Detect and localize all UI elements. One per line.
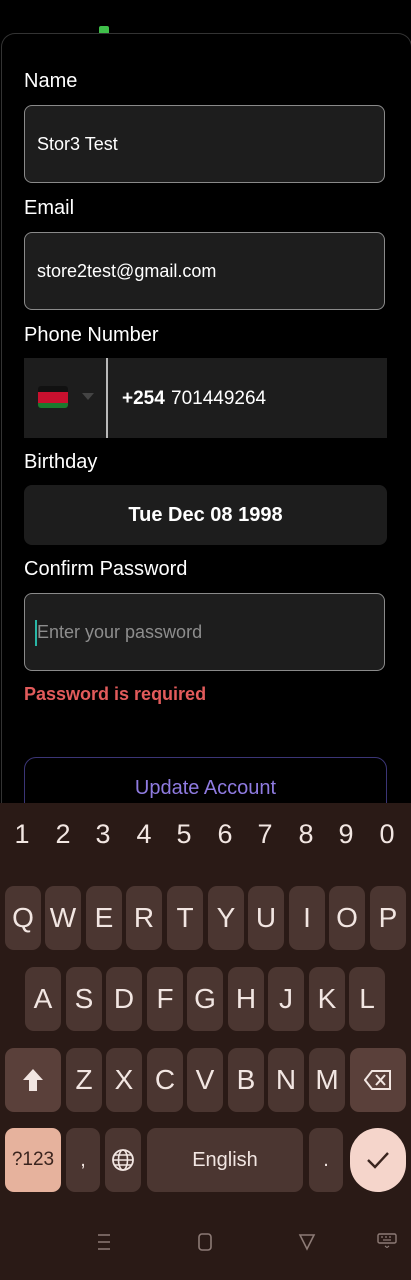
globe-icon xyxy=(112,1149,134,1171)
key-w[interactable]: W xyxy=(45,886,81,950)
key-n[interactable]: N xyxy=(268,1048,304,1112)
key-y[interactable]: Y xyxy=(208,886,244,950)
key-3[interactable]: 3 xyxy=(85,819,121,850)
phone-label: Phone Number xyxy=(24,324,159,346)
key-p[interactable]: P xyxy=(370,886,406,950)
home-icon[interactable] xyxy=(197,1232,213,1252)
keyboard-hide-icon[interactable] xyxy=(377,1232,397,1248)
name-field[interactable]: Stor3 Test xyxy=(24,105,385,183)
key-e[interactable]: E xyxy=(86,886,122,950)
key-5[interactable]: 5 xyxy=(166,819,202,850)
key-a[interactable]: A xyxy=(25,967,61,1031)
key-x[interactable]: X xyxy=(106,1048,142,1112)
key-h[interactable]: H xyxy=(228,967,264,1031)
key-f[interactable]: F xyxy=(147,967,183,1031)
key-d[interactable]: D xyxy=(106,967,142,1031)
recent-apps-icon[interactable] xyxy=(96,1232,112,1252)
key-o[interactable]: O xyxy=(329,886,365,950)
email-field[interactable]: store2test@gmail.com xyxy=(24,232,385,310)
password-placeholder: Enter your password xyxy=(37,622,203,642)
backspace-key[interactable] xyxy=(350,1048,406,1112)
phone-value[interactable]: 701449264 xyxy=(171,388,266,410)
key-8[interactable]: 8 xyxy=(288,819,324,850)
key-g[interactable]: G xyxy=(187,967,223,1031)
enter-key[interactable] xyxy=(350,1128,406,1192)
key-l[interactable]: L xyxy=(349,967,385,1031)
globe-key[interactable] xyxy=(105,1128,141,1192)
key-j[interactable]: J xyxy=(268,967,304,1031)
email-value: store2test@gmail.com xyxy=(37,261,217,281)
comma-key[interactable]: , xyxy=(66,1128,100,1192)
name-value: Stor3 Test xyxy=(37,134,118,154)
key-s[interactable]: S xyxy=(66,967,102,1031)
soft-keyboard: 1 2 3 4 5 6 7 8 9 0 Q W E R T Y U I O P … xyxy=(0,803,411,1280)
kenya-flag-icon[interactable] xyxy=(38,386,68,408)
key-r[interactable]: R xyxy=(126,886,162,950)
key-q[interactable]: Q xyxy=(5,886,41,950)
check-icon xyxy=(367,1152,389,1169)
password-error: Password is required xyxy=(24,684,207,704)
key-v[interactable]: V xyxy=(187,1048,223,1112)
key-z[interactable]: Z xyxy=(66,1048,102,1112)
status-bar xyxy=(0,0,411,38)
back-icon[interactable] xyxy=(298,1232,316,1252)
key-i[interactable]: I xyxy=(289,886,325,950)
chevron-down-icon[interactable] xyxy=(82,393,94,400)
key-u[interactable]: U xyxy=(248,886,284,950)
symbols-key[interactable]: ?123 xyxy=(5,1128,61,1192)
key-7[interactable]: 7 xyxy=(247,819,283,850)
period-key[interactable]: . xyxy=(309,1128,343,1192)
shift-icon xyxy=(23,1069,43,1091)
key-0[interactable]: 0 xyxy=(369,819,405,850)
navigation-bar xyxy=(0,1214,411,1280)
key-1[interactable]: 1 xyxy=(4,819,40,850)
number-row: 1 2 3 4 5 6 7 8 9 0 xyxy=(0,819,411,863)
phone-divider xyxy=(106,358,108,438)
phone-field[interactable]: +254 701449264 xyxy=(24,358,387,438)
key-4[interactable]: 4 xyxy=(126,819,162,850)
birthday-label: Birthday xyxy=(24,451,98,473)
key-t[interactable]: T xyxy=(167,886,203,950)
backspace-icon xyxy=(363,1070,391,1090)
key-b[interactable]: B xyxy=(228,1048,264,1112)
confirm-password-label: Confirm Password xyxy=(24,558,188,580)
key-c[interactable]: C xyxy=(147,1048,183,1112)
email-label: Email xyxy=(24,197,75,219)
key-m[interactable]: M xyxy=(309,1048,345,1112)
shift-key[interactable] xyxy=(5,1048,61,1112)
key-9[interactable]: 9 xyxy=(328,819,364,850)
space-key[interactable]: English xyxy=(147,1128,303,1192)
dial-code: +254 xyxy=(122,388,165,409)
name-label: Name xyxy=(24,70,78,92)
birthday-picker[interactable]: Tue Dec 08 1998 xyxy=(24,485,387,545)
key-6[interactable]: 6 xyxy=(207,819,243,850)
key-2[interactable]: 2 xyxy=(45,819,81,850)
confirm-password-field[interactable]: Enter your password xyxy=(24,593,385,671)
key-k[interactable]: K xyxy=(309,967,345,1031)
